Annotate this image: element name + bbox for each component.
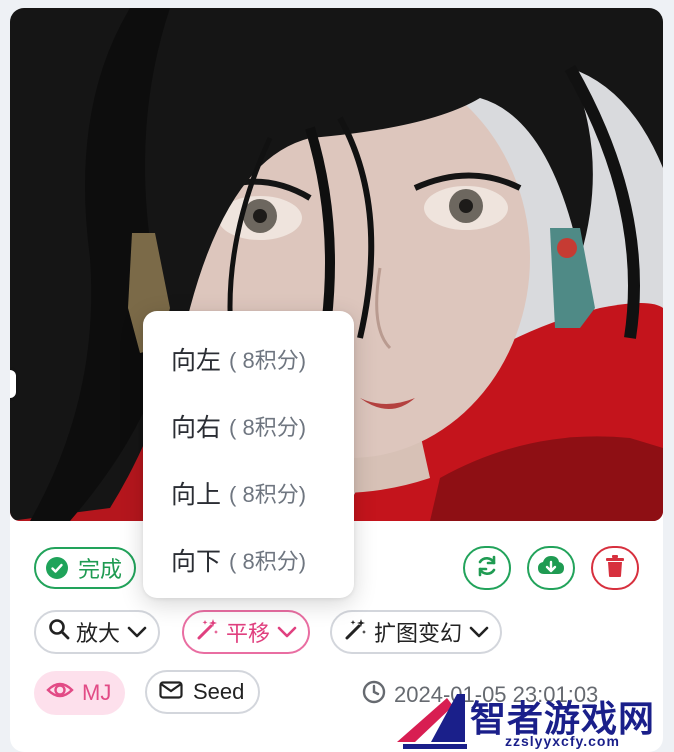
- magic-wand-icon: [344, 617, 368, 647]
- chevron-down-icon: [126, 619, 148, 645]
- refresh-icon: [475, 554, 499, 583]
- menu-item-label: 向左: [171, 346, 222, 375]
- clock-icon: [362, 680, 386, 710]
- status-badge: 完成: [34, 547, 137, 589]
- model-label: MJ: [82, 680, 112, 705]
- seed-label: Seed: [193, 679, 245, 704]
- download-button[interactable]: [527, 546, 575, 590]
- upscale-dropdown[interactable]: 放大: [34, 610, 161, 654]
- magic-wand-icon: [196, 617, 220, 647]
- chevron-down-icon: [276, 619, 298, 645]
- menu-item-pan-left[interactable]: 向左 ( 8积分): [143, 325, 354, 392]
- pan-label: 平移: [226, 621, 271, 646]
- cloud-download-icon: [537, 554, 565, 583]
- delete-button[interactable]: [591, 546, 639, 590]
- outpaint-label: 扩图变幻: [374, 621, 463, 646]
- status-label: 完成: [78, 557, 123, 582]
- menu-item-cost: ( 8积分): [229, 414, 307, 440]
- seed-button[interactable]: Seed: [145, 670, 261, 714]
- menu-item-cost: ( 8积分): [229, 548, 307, 574]
- menu-item-cost: ( 8积分): [229, 481, 307, 507]
- envelope-icon: [159, 679, 183, 705]
- pan-dropdown[interactable]: 平移: [182, 610, 311, 654]
- trash-icon: [604, 554, 626, 583]
- refresh-button[interactable]: [463, 546, 511, 590]
- upscale-label: 放大: [76, 621, 121, 646]
- chevron-down-icon: [468, 619, 490, 645]
- menu-item-pan-down[interactable]: 向下 ( 8积分): [143, 526, 354, 593]
- menu-item-pan-up[interactable]: 向上 ( 8积分): [143, 459, 354, 526]
- eye-icon: [46, 680, 74, 706]
- watermark-url: zzslyyxcfy.com: [505, 733, 620, 749]
- pan-direction-menu: 向左 ( 8积分) 向右 ( 8积分) 向上 ( 8积分) 向下 ( 8积分): [143, 311, 354, 598]
- menu-item-cost: ( 8积分): [229, 347, 307, 373]
- check-circle-icon: [46, 557, 68, 579]
- search-icon: [48, 618, 70, 646]
- menu-item-pan-right[interactable]: 向右 ( 8积分): [143, 392, 354, 459]
- menu-item-label: 向右: [171, 413, 222, 442]
- menu-item-label: 向上: [171, 480, 222, 509]
- model-tag: MJ: [34, 671, 126, 715]
- outpaint-dropdown[interactable]: 扩图变幻: [330, 610, 503, 654]
- menu-item-label: 向下: [171, 547, 222, 576]
- scroll-handle[interactable]: [10, 370, 16, 398]
